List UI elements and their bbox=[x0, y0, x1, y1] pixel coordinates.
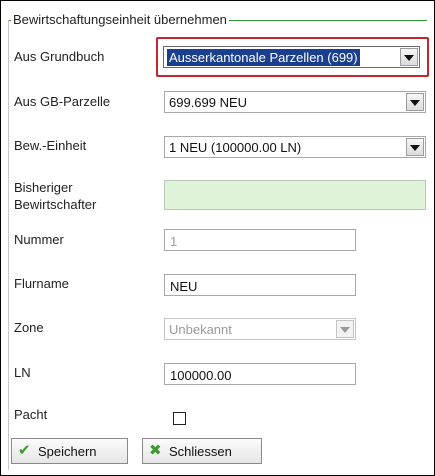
gb-parzelle-select-value: 699.699 NEU bbox=[169, 95, 248, 110]
ln-value: 100000.00 bbox=[170, 368, 232, 383]
chevron-down-icon[interactable] bbox=[406, 93, 424, 111]
flurname-field[interactable]: NEU bbox=[164, 274, 356, 296]
fieldset-border-left bbox=[8, 20, 9, 470]
pacht-checkbox[interactable] bbox=[173, 412, 186, 425]
chevron-down-icon[interactable] bbox=[406, 138, 424, 156]
ln-label: LN bbox=[14, 365, 31, 380]
pacht-label: Pacht bbox=[14, 407, 48, 422]
close-button[interactable]: ✖ Schliessen bbox=[142, 438, 262, 464]
nummer-value: 1 bbox=[170, 234, 178, 249]
nummer-label: Nummer bbox=[14, 232, 64, 247]
save-button-label: Speichern bbox=[38, 444, 97, 459]
bew-einheit-select-value: 1 NEU (100000.00 LN) bbox=[169, 140, 302, 155]
bew-einheit-select[interactable]: 1 NEU (100000.00 LN) bbox=[164, 136, 426, 158]
grundbuch-select-value: Ausserkantonale Parzellen (699) bbox=[167, 49, 360, 66]
close-button-label: Schliessen bbox=[169, 444, 232, 459]
gb-parzelle-select[interactable]: 699.699 NEU bbox=[164, 91, 426, 113]
zone-label: Zone bbox=[14, 320, 44, 335]
bew-einheit-label: Bew.-Einheit bbox=[14, 138, 87, 153]
grundbuch-label: Aus Grundbuch bbox=[14, 49, 105, 64]
save-button[interactable]: ✔ Speichern bbox=[11, 438, 128, 464]
zone-select-value: Unbekannt bbox=[169, 322, 232, 337]
nummer-field: 1 bbox=[164, 229, 356, 251]
bisheriger-bewirtschafter-field bbox=[164, 180, 426, 210]
close-icon: ✖ bbox=[149, 442, 162, 459]
flurname-value: NEU bbox=[170, 279, 198, 294]
ln-field[interactable]: 100000.00 bbox=[164, 363, 356, 385]
check-icon: ✔ bbox=[18, 442, 31, 459]
gb-parzelle-label: Aus GB-Parzelle bbox=[14, 94, 111, 109]
fieldset-legend: Bewirtschaftungseinheit übernehmen bbox=[11, 12, 229, 27]
zone-select: Unbekannt bbox=[164, 318, 356, 340]
bisheriger-label-line2: Bewirtschafter bbox=[14, 197, 97, 212]
chevron-down-icon bbox=[336, 320, 354, 338]
flurname-label: Flurname bbox=[14, 276, 69, 291]
grundbuch-select[interactable]: Ausserkantonale Parzellen (699) bbox=[163, 46, 420, 68]
bisheriger-label-line1: Bisheriger bbox=[14, 180, 73, 195]
chevron-down-icon[interactable] bbox=[400, 48, 418, 66]
